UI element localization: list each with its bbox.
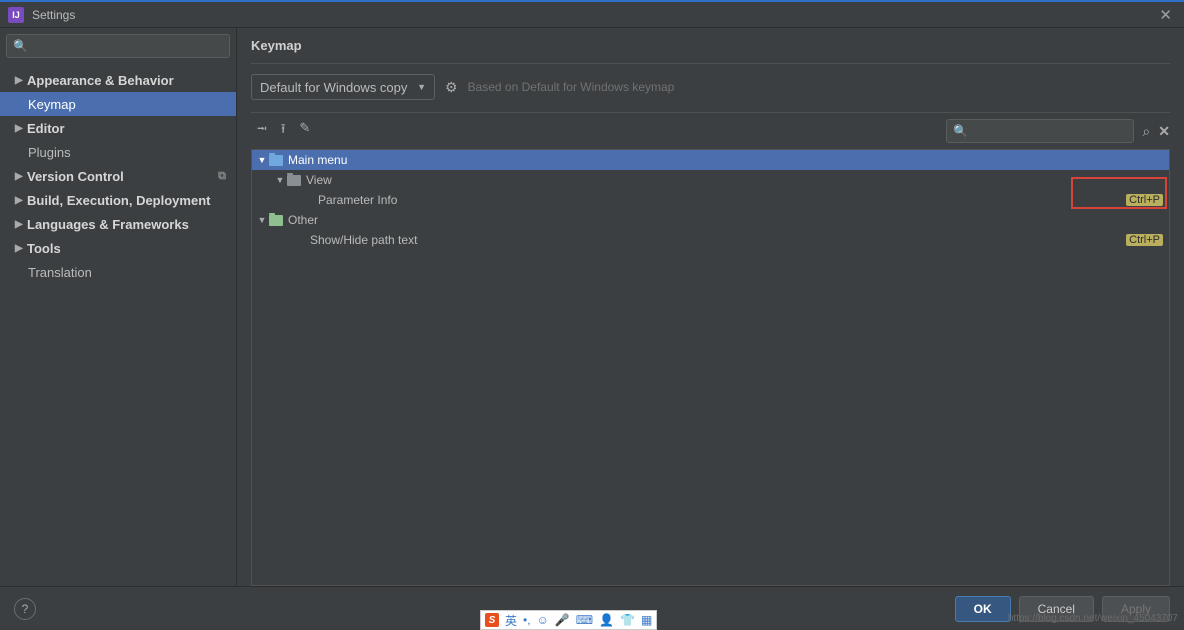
toolbar-right: 🔍 ⌕ ✕ <box>946 119 1170 143</box>
keymap-label: Parameter Info <box>314 193 1126 207</box>
ok-button[interactable]: OK <box>955 596 1011 622</box>
edit-shortcut-icon[interactable]: ✎ <box>299 120 310 142</box>
sidebar-search-wrap: 🔍 <box>0 28 236 64</box>
sidebar-item-label: Appearance & Behavior <box>27 73 174 88</box>
sidebar-item-label: Version Control <box>27 169 124 184</box>
sidebar-item-label: Build, Execution, Deployment <box>27 193 210 208</box>
keymap-row-parameter-info[interactable]: Parameter Info Ctrl+P <box>252 190 1169 210</box>
content-title: Keymap <box>251 38 1170 64</box>
titlebar: IJ Settings ✕ <box>0 0 1184 28</box>
folder-icon <box>268 155 284 166</box>
toolbar-left: ⭲ ⭱ ✎ <box>251 120 932 142</box>
help-button[interactable]: ? <box>14 598 36 620</box>
main-layout: 🔍 ▶Appearance & Behavior Keymap ▶Editor … <box>0 28 1184 586</box>
sidebar-search[interactable]: 🔍 <box>6 34 230 58</box>
keymap-search[interactable]: 🔍 <box>946 119 1134 143</box>
keymap-row-view[interactable]: ▼ View <box>252 170 1169 190</box>
collapse-all-icon[interactable]: ⭱ <box>281 120 286 142</box>
based-on-label: Based on Default for Windows keymap <box>468 80 675 94</box>
sidebar-item-label: Languages & Frameworks <box>27 217 189 232</box>
window-title: Settings <box>32 8 1155 22</box>
ime-mic-icon[interactable]: 🎤 <box>555 613 570 627</box>
search-icon: 🔍 <box>953 124 968 138</box>
chevron-down-icon: ▼ <box>417 82 426 92</box>
chevron-right-icon: ▶ <box>15 243 27 254</box>
ime-person-icon[interactable]: 👤 <box>599 613 614 627</box>
sidebar-item-label: Tools <box>27 241 61 256</box>
sidebar-item-version-control[interactable]: ▶Version Control ⧉ <box>0 164 236 188</box>
watermark: https://blog.csdn.net/weixin_45043707 <box>1008 613 1178 624</box>
search-icon: 🔍 <box>13 39 28 53</box>
chevron-right-icon: ▶ <box>15 75 27 86</box>
close-icon[interactable]: ✕ <box>1155 6 1176 24</box>
sidebar-item-label: Plugins <box>28 145 71 160</box>
sidebar-tree: ▶Appearance & Behavior Keymap ▶Editor Pl… <box>0 64 236 284</box>
sidebar-search-input[interactable] <box>32 39 223 53</box>
shortcut-badge: Ctrl+P <box>1126 234 1163 246</box>
find-by-shortcut-icon[interactable]: ⌕ <box>1142 123 1150 140</box>
sidebar-item-label: Translation <box>28 265 92 280</box>
expand-all-icon[interactable]: ⭲ <box>257 120 267 142</box>
chevron-right-icon: ▶ <box>15 171 27 182</box>
sidebar-item-label: Editor <box>27 121 65 136</box>
ime-icon[interactable]: •, <box>523 613 531 627</box>
keymap-label: View <box>302 173 1163 187</box>
chevron-down-icon: ▼ <box>256 215 268 225</box>
vcs-badge-icon: ⧉ <box>218 170 226 183</box>
sogou-logo-icon: S <box>485 613 499 627</box>
keymap-scheme-combo[interactable]: Default for Windows copy ▼ <box>251 74 435 100</box>
keymap-row-show-hide[interactable]: Show/Hide path text Ctrl+P <box>252 230 1169 250</box>
ime-grid-icon[interactable]: ▦ <box>641 613 652 627</box>
keymap-row-other[interactable]: ▼ Other <box>252 210 1169 230</box>
keymap-label: Show/Hide path text <box>306 233 1126 247</box>
shortcut-badge: Ctrl+P <box>1126 194 1163 206</box>
keymap-toolbar: ⭲ ⭱ ✎ 🔍 ⌕ ✕ <box>251 112 1170 150</box>
sidebar: 🔍 ▶Appearance & Behavior Keymap ▶Editor … <box>0 28 237 586</box>
chevron-down-icon: ▼ <box>256 155 268 165</box>
scheme-row: Default for Windows copy ▼ ⚙ Based on De… <box>251 74 1170 100</box>
sidebar-item-plugins[interactable]: Plugins <box>0 140 236 164</box>
ime-emoji-icon[interactable]: ☺ <box>537 613 549 627</box>
app-icon: IJ <box>8 7 24 23</box>
sidebar-item-keymap[interactable]: Keymap <box>0 92 236 116</box>
chevron-right-icon: ▶ <box>15 195 27 206</box>
keymap-row-main-menu[interactable]: ▼ Main menu <box>252 150 1169 170</box>
chevron-down-icon: ▼ <box>274 175 286 185</box>
sidebar-item-translation[interactable]: Translation <box>0 260 236 284</box>
chevron-right-icon: ▶ <box>15 123 27 134</box>
content-panel: Keymap Default for Windows copy ▼ ⚙ Base… <box>237 28 1184 586</box>
combo-value: Default for Windows copy <box>260 80 407 95</box>
keymap-tree[interactable]: ▼ Main menu ▼ View Parameter Info Ctrl+P… <box>251 150 1170 586</box>
ime-lang[interactable]: 英 <box>505 612 517 629</box>
folder-icon <box>268 215 284 226</box>
sidebar-item-build[interactable]: ▶Build, Execution, Deployment <box>0 188 236 212</box>
chevron-right-icon: ▶ <box>15 219 27 230</box>
keymap-label: Other <box>284 213 1163 227</box>
sidebar-item-label: Keymap <box>28 97 76 112</box>
gear-icon[interactable]: ⚙ <box>445 79 458 96</box>
keymap-search-input[interactable] <box>972 124 1127 138</box>
sidebar-item-tools[interactable]: ▶Tools <box>0 236 236 260</box>
sidebar-item-appearance[interactable]: ▶Appearance & Behavior <box>0 68 236 92</box>
clear-search-icon[interactable]: ✕ <box>1158 123 1170 140</box>
sidebar-item-editor[interactable]: ▶Editor <box>0 116 236 140</box>
keymap-label: Main menu <box>284 153 1163 167</box>
folder-icon <box>286 175 302 186</box>
ime-shirt-icon[interactable]: 👕 <box>620 613 635 627</box>
sidebar-item-languages[interactable]: ▶Languages & Frameworks <box>0 212 236 236</box>
ime-keyboard-icon[interactable]: ⌨ <box>576 613 593 627</box>
ime-toolbar[interactable]: S 英 •, ☺ 🎤 ⌨ 👤 👕 ▦ <box>480 610 657 630</box>
